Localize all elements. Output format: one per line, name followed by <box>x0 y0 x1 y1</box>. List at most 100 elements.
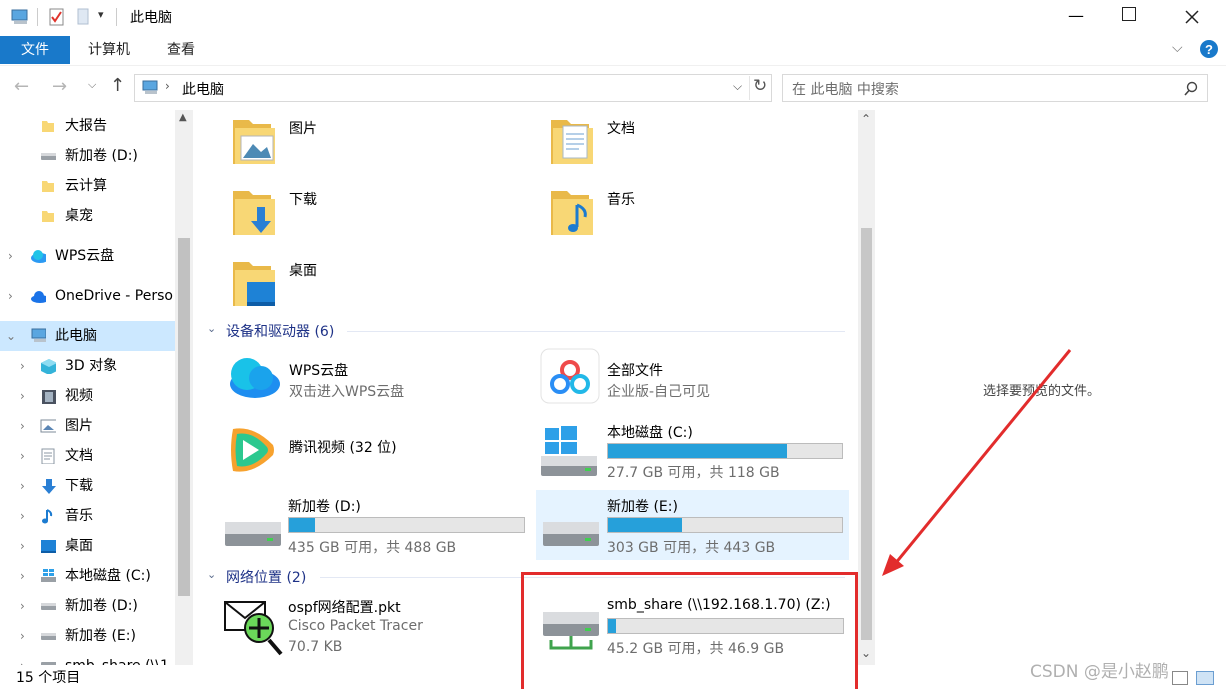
sidebar-item-onedrive[interactable]: › OneDrive - Perso <box>0 281 175 311</box>
sidebar-item-report[interactable]: 大报告 <box>0 111 175 141</box>
document-icon <box>41 448 55 464</box>
folder-pictures[interactable]: 图片 <box>227 112 527 174</box>
device-drive-d[interactable]: 新加卷 (D:) 435 GB 可用，共 488 GB <box>223 490 528 560</box>
help-icon[interactable]: ? <box>1199 39 1219 59</box>
back-arrow-icon[interactable]: ← <box>14 76 29 97</box>
group-collapse-icon[interactable]: ⌄ <box>207 322 216 335</box>
minimize-button[interactable]: — <box>1064 2 1088 30</box>
refresh-icon[interactable]: ↻ <box>753 76 767 96</box>
tab-view[interactable]: 查看 <box>153 36 209 64</box>
chevron-right-icon[interactable]: › <box>20 651 32 665</box>
folder-desktop[interactable]: 桌面 <box>227 254 527 316</box>
properties-icon[interactable] <box>48 7 66 27</box>
sidebar-item-videos[interactable]: › 视频 <box>0 381 175 411</box>
recent-locations-icon[interactable]: ⌵ <box>88 78 96 92</box>
device-wps-cloud[interactable]: WPS云盘 双击进入WPS云盘 <box>223 344 523 406</box>
sidebar-item-drive-d[interactable]: 新加卷 (D:) <box>0 141 175 171</box>
sidebar-item-downloads[interactable]: › 下载 <box>0 471 175 501</box>
folder-icon <box>42 181 54 192</box>
search-input[interactable]: 在 此电脑 中搜索 <box>782 74 1208 102</box>
drive-c-usage-bar <box>607 443 843 459</box>
folder-documents[interactable]: 文档 <box>545 112 845 174</box>
music-icon <box>42 509 53 524</box>
onedrive-icon <box>31 291 46 303</box>
folder-icon <box>42 211 54 222</box>
tencent-video-icon <box>231 428 274 472</box>
sidebar-item-wps-cloud[interactable]: › WPS云盘 <box>0 241 175 271</box>
group-devices-header[interactable]: 设备和驱动器 (6) <box>226 321 334 341</box>
sidebar-item-3d-objects[interactable]: › 3D 对象 <box>0 351 175 381</box>
tab-computer[interactable]: 计算机 <box>74 36 144 64</box>
group-divider <box>347 331 845 332</box>
device-tencent-video[interactable]: 腾讯视频 (32 位) <box>223 415 523 481</box>
new-folder-icon[interactable] <box>76 7 90 27</box>
details-view-icon[interactable] <box>1172 671 1188 685</box>
drive-c-usage-fill <box>608 444 787 458</box>
forward-arrow-icon[interactable]: → <box>52 76 67 97</box>
device-drive-e[interactable]: 新加卷 (E:) 303 GB 可用，共 443 GB <box>536 490 849 560</box>
chevron-right-icon[interactable]: › <box>8 241 20 271</box>
chevron-right-icon[interactable]: › <box>20 441 32 471</box>
file-ospf-pkt[interactable]: ospf网络配置.pkt Cisco Packet Tracer 70.7 KB <box>223 590 523 660</box>
breadcrumb[interactable]: 此电脑 <box>182 79 224 99</box>
chevron-down-icon[interactable]: ⌵ <box>1172 40 1183 56</box>
up-arrow-icon[interactable]: ↑ <box>110 75 125 96</box>
quick-access-dropdown-icon[interactable]: ▾ <box>98 8 104 21</box>
sidebar-item-drive-c[interactable]: › 本地磁盘 (C:) <box>0 561 175 591</box>
sidebar-item-music[interactable]: › 音乐 <box>0 501 175 531</box>
chevron-right-icon[interactable]: › <box>20 411 32 441</box>
chevron-right-icon[interactable]: › <box>20 621 32 651</box>
group-collapse-icon[interactable]: ⌄ <box>207 568 216 581</box>
desktop-icon <box>41 540 56 553</box>
device-drive-c[interactable]: 本地磁盘 (C:) 27.7 GB 可用，共 118 GB <box>535 416 850 482</box>
group-network-header[interactable]: 网络位置 (2) <box>226 567 306 587</box>
address-field[interactable]: › 此电脑 ⌵ ↻ <box>134 74 772 102</box>
chevron-right-icon[interactable]: › <box>20 591 32 621</box>
chevron-right-icon[interactable]: › <box>20 561 32 591</box>
drive-icon <box>41 603 56 610</box>
chevron-right-icon[interactable]: › <box>20 501 32 531</box>
sidebar-item-drive-d-2[interactable]: › 新加卷 (D:) <box>0 591 175 621</box>
sidebar-item-documents[interactable]: › 文档 <box>0 441 175 471</box>
drive-icon <box>41 153 56 160</box>
sidebar-item-pictures[interactable]: › 图片 <box>0 411 175 441</box>
tab-file[interactable]: 文件 <box>0 36 70 64</box>
chevron-right-icon[interactable]: › <box>20 381 32 411</box>
nav-scrollbar[interactable]: ▲ <box>175 110 193 665</box>
nav-scroll-thumb[interactable] <box>178 238 190 596</box>
device-all-files[interactable]: 全部文件 企业版-自己可见 <box>540 344 850 406</box>
chevron-right-icon[interactable]: › <box>20 531 32 561</box>
search-icon[interactable] <box>1183 81 1199 97</box>
sidebar-item-desktop-pet[interactable]: 桌宠 <box>0 201 175 231</box>
watermark: CSDN @是小赵鹏 <box>1030 662 1169 682</box>
drive-icon <box>225 522 281 546</box>
cloud-icon <box>31 250 46 263</box>
sidebar-item-this-pc[interactable]: ⌄ 此电脑 <box>0 321 175 351</box>
chevron-right-icon[interactable]: › <box>20 351 32 381</box>
scroll-up-icon[interactable]: ⌃ <box>861 112 871 126</box>
network-drive-smb-share[interactable]: smb_share (\\192.168.1.70) (Z:) 45.2 GB … <box>536 590 851 660</box>
chevron-down-icon[interactable]: ⌄ <box>6 321 18 351</box>
drive-d-usage-fill <box>289 518 315 532</box>
scroll-up-icon[interactable]: ▲ <box>179 112 187 123</box>
sidebar-item-cloud-computing[interactable]: 云计算 <box>0 171 175 201</box>
close-button[interactable] <box>1184 9 1200 25</box>
network-drive-icon <box>41 662 56 665</box>
sidebar-item-desktop[interactable]: › 桌面 <box>0 531 175 561</box>
chevron-right-icon[interactable]: › <box>20 471 32 501</box>
tiles-view-icon[interactable] <box>1196 671 1214 685</box>
content-pane: 图片 文档 下载 音乐 桌面 ⌄ 设备和驱动器 (6) WPS云盘 双击进入WP… <box>195 110 875 689</box>
sidebar-item-smb-share[interactable]: › smb_share (\\1 <box>0 651 175 665</box>
wps-cloud-icon <box>230 358 280 398</box>
ribbon: 文件 计算机 查看 ⌵ ? <box>0 34 1226 66</box>
folder-music[interactable]: 音乐 <box>545 183 845 245</box>
chevron-right-icon[interactable]: › <box>8 281 20 311</box>
documents-folder-icon <box>551 120 593 164</box>
drive-icon <box>41 633 56 640</box>
sidebar-item-drive-e[interactable]: › 新加卷 (E:) <box>0 621 175 651</box>
maximize-button[interactable] <box>1122 7 1136 21</box>
all-files-icon <box>540 348 600 404</box>
address-dropdown-icon[interactable]: ⌵ <box>733 79 742 94</box>
scroll-down-icon[interactable]: ⌄ <box>861 646 871 660</box>
folder-downloads[interactable]: 下载 <box>227 183 527 245</box>
